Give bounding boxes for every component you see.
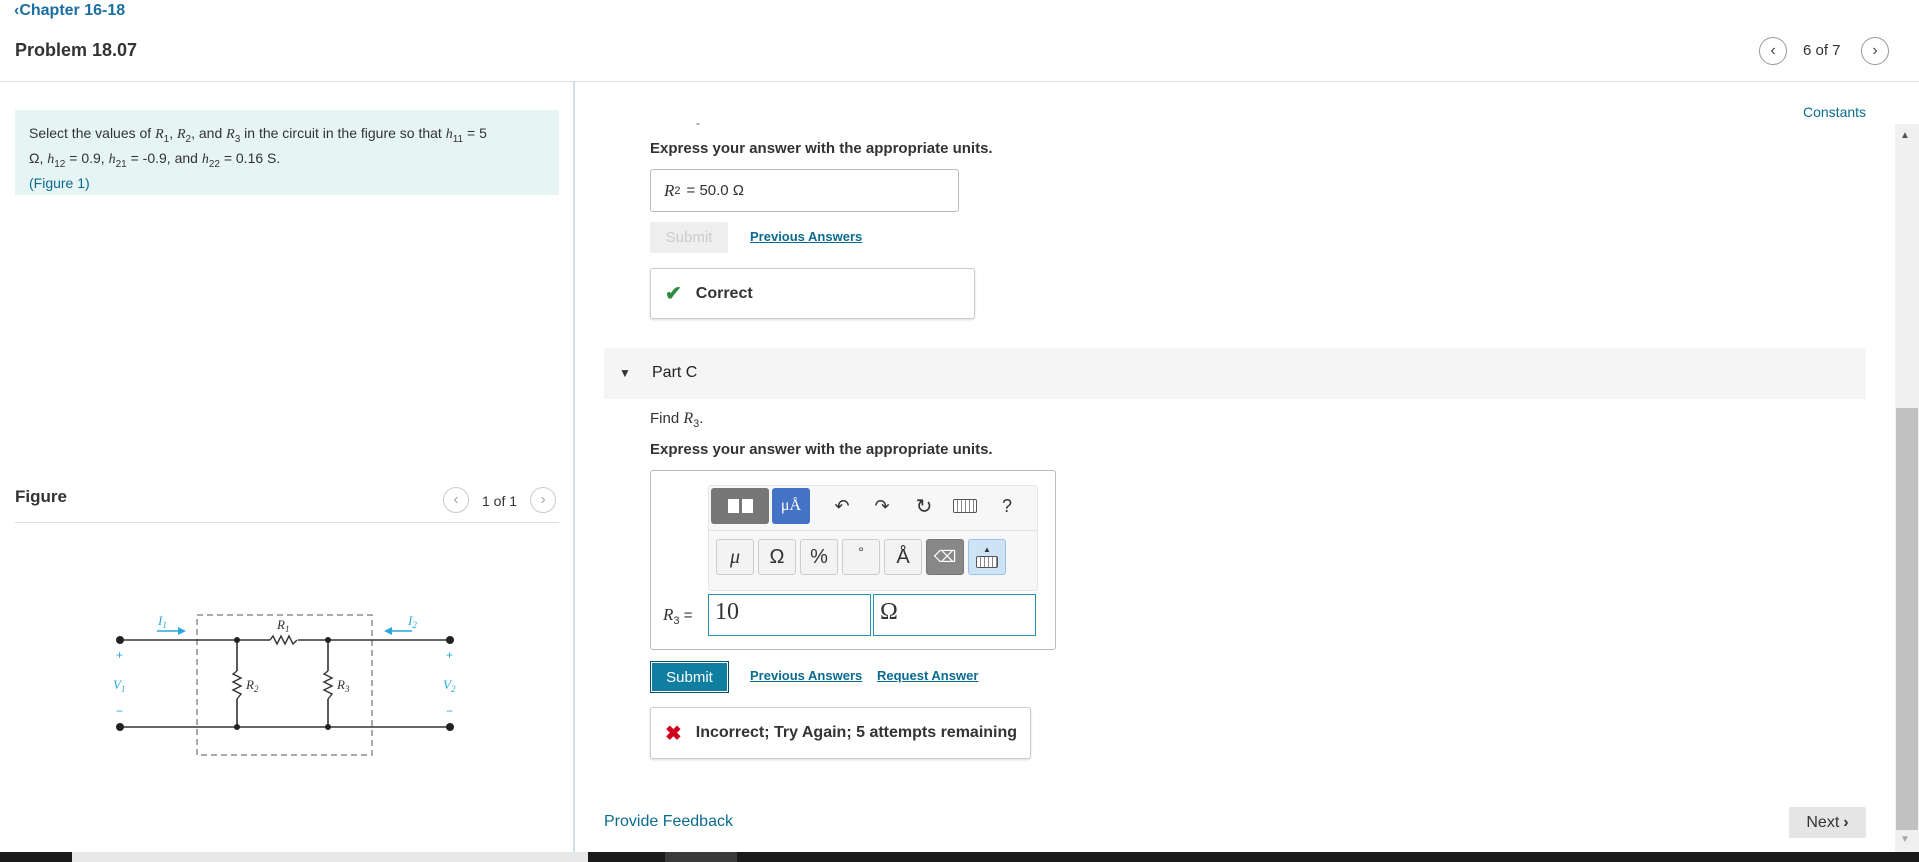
keyboard-toggle-icon[interactable]: ▲ — [968, 539, 1006, 575]
template-icon — [727, 499, 753, 513]
header-divider — [0, 81, 1919, 82]
part-c-previous-answers-link[interactable]: Previous Answers — [750, 668, 862, 683]
part-b-dash: - — [696, 116, 700, 130]
part-c-submit-button[interactable]: Submit — [650, 661, 729, 693]
label-r3: R3 — [336, 677, 350, 694]
part-c-answer-editor: μÅ ↶ ↷ ↻ ? μ Ω % ° Å ⌫ ▲ R3 = 10 Ω — [650, 470, 1056, 650]
panel-splitter[interactable] — [573, 82, 575, 862]
label-v1: V1 — [113, 677, 125, 694]
symbol-percent-button[interactable]: % — [800, 539, 838, 575]
label-r2: R2 — [245, 677, 259, 694]
back-to-chapter-link[interactable]: ‹Chapter 16-18 — [14, 2, 125, 20]
part-b-submit-button[interactable]: Submit — [650, 222, 728, 253]
label-i2: I2 — [407, 613, 417, 630]
figure-divider — [15, 522, 559, 523]
reset-icon[interactable]: ↻ — [906, 490, 942, 522]
symbol-ohm-button[interactable]: Ω — [758, 539, 796, 575]
part-c-instruction: Express your answer with the appropriate… — [650, 441, 993, 458]
figure-next-button[interactable]: › — [530, 487, 556, 513]
part-b-answer-display: R2 = 50.0 Ω — [650, 169, 959, 212]
problem-prompt: Select the values of R1, R2, and R3 in t… — [15, 110, 559, 195]
label-r1: R1 — [276, 617, 289, 634]
label-v2: V2 — [443, 677, 456, 694]
arrow-right-icon — [178, 627, 186, 635]
backspace-icon[interactable]: ⌫ — [926, 539, 964, 575]
scrollbar-thumb[interactable] — [1896, 408, 1918, 830]
undo-icon[interactable]: ↶ — [824, 490, 860, 522]
next-problem-button[interactable]: › — [1861, 37, 1889, 65]
taskbar-strip — [0, 852, 1919, 862]
junction-node — [325, 724, 331, 730]
provide-feedback-link[interactable]: Provide Feedback — [604, 813, 733, 831]
terminal-node — [116, 636, 124, 644]
help-icon[interactable]: ? — [989, 490, 1025, 522]
part-b-previous-answers-link[interactable]: Previous Answers — [750, 229, 862, 244]
figure-prev-button[interactable]: ‹ — [443, 487, 469, 513]
junction-node — [234, 637, 240, 643]
redo-icon[interactable]: ↷ — [864, 490, 900, 522]
part-b-feedback: ✔ Correct — [650, 268, 975, 319]
problem-pager: 6 of 7 — [1803, 42, 1841, 59]
math-toolbar: μÅ ↶ ↷ ↻ ? μ Ω % ° Å ⌫ ▲ — [708, 485, 1038, 591]
plus-sign-v1: + — [116, 648, 123, 662]
value-input[interactable]: 10 — [708, 594, 871, 636]
keyboard-icon[interactable] — [947, 490, 983, 522]
next-button[interactable]: Next › — [1789, 807, 1866, 838]
x-mark-icon: ✖ — [665, 722, 682, 745]
chevron-right-icon: › — [1843, 813, 1849, 831]
terminal-node — [446, 723, 454, 731]
figure-heading: Figure — [15, 487, 67, 506]
symbol-degree-button[interactable]: ° — [842, 539, 880, 575]
label-i1: I1 — [157, 613, 167, 630]
terminal-node — [116, 723, 124, 731]
circuit-figure: I1 I2 V1 V2 + − + − R1 R2 R3 — [113, 613, 456, 756]
part-c-question: Find R3. — [650, 410, 704, 430]
units-button[interactable]: μÅ — [772, 488, 810, 524]
prev-problem-button[interactable]: ‹ — [1759, 37, 1787, 65]
part-c-feedback: ✖ Incorrect; Try Again; 5 attempts remai… — [650, 707, 1031, 759]
chevron-left-icon: ‹ — [453, 491, 459, 508]
chevron-right-icon: › — [1872, 42, 1878, 59]
unit-input[interactable]: Ω — [873, 594, 1036, 636]
chevron-right-icon: › — [540, 491, 546, 508]
checkmark-icon: ✔ — [665, 283, 682, 305]
figure-link[interactable]: (Figure 1) — [29, 175, 90, 191]
part-c-header[interactable]: ▼ Part C — [604, 348, 1866, 399]
plus-sign-v2: + — [446, 648, 453, 662]
part-c-title: Part C — [652, 364, 698, 381]
templates-button[interactable] — [711, 488, 769, 524]
junction-node — [234, 724, 240, 730]
part-c-answer-label: R3 = — [663, 605, 693, 627]
symbol-mu-button[interactable]: μ — [716, 539, 754, 575]
caret-down-icon: ▼ — [619, 366, 631, 380]
right-panel-scrollbar[interactable]: ▲ ▼ — [1895, 124, 1919, 852]
arrow-left-icon — [384, 627, 392, 635]
problem-title: Problem 18.07 — [15, 40, 138, 60]
minus-sign-v1: − — [116, 704, 123, 718]
chevron-left-icon: ‹ — [1770, 42, 1776, 59]
scroll-up-icon[interactable]: ▲ — [1900, 130, 1910, 141]
terminal-node — [446, 636, 454, 644]
minus-sign-v2: − — [446, 704, 453, 718]
symbol-angstrom-button[interactable]: Å — [884, 539, 922, 575]
request-answer-link[interactable]: Request Answer — [877, 668, 978, 683]
part-b-instruction: Express your answer with the appropriate… — [650, 140, 993, 157]
junction-node — [325, 637, 331, 643]
constants-link[interactable]: Constants — [1803, 104, 1866, 120]
scroll-down-icon[interactable]: ▼ — [1900, 834, 1910, 845]
figure-pager: 1 of 1 — [482, 493, 518, 509]
